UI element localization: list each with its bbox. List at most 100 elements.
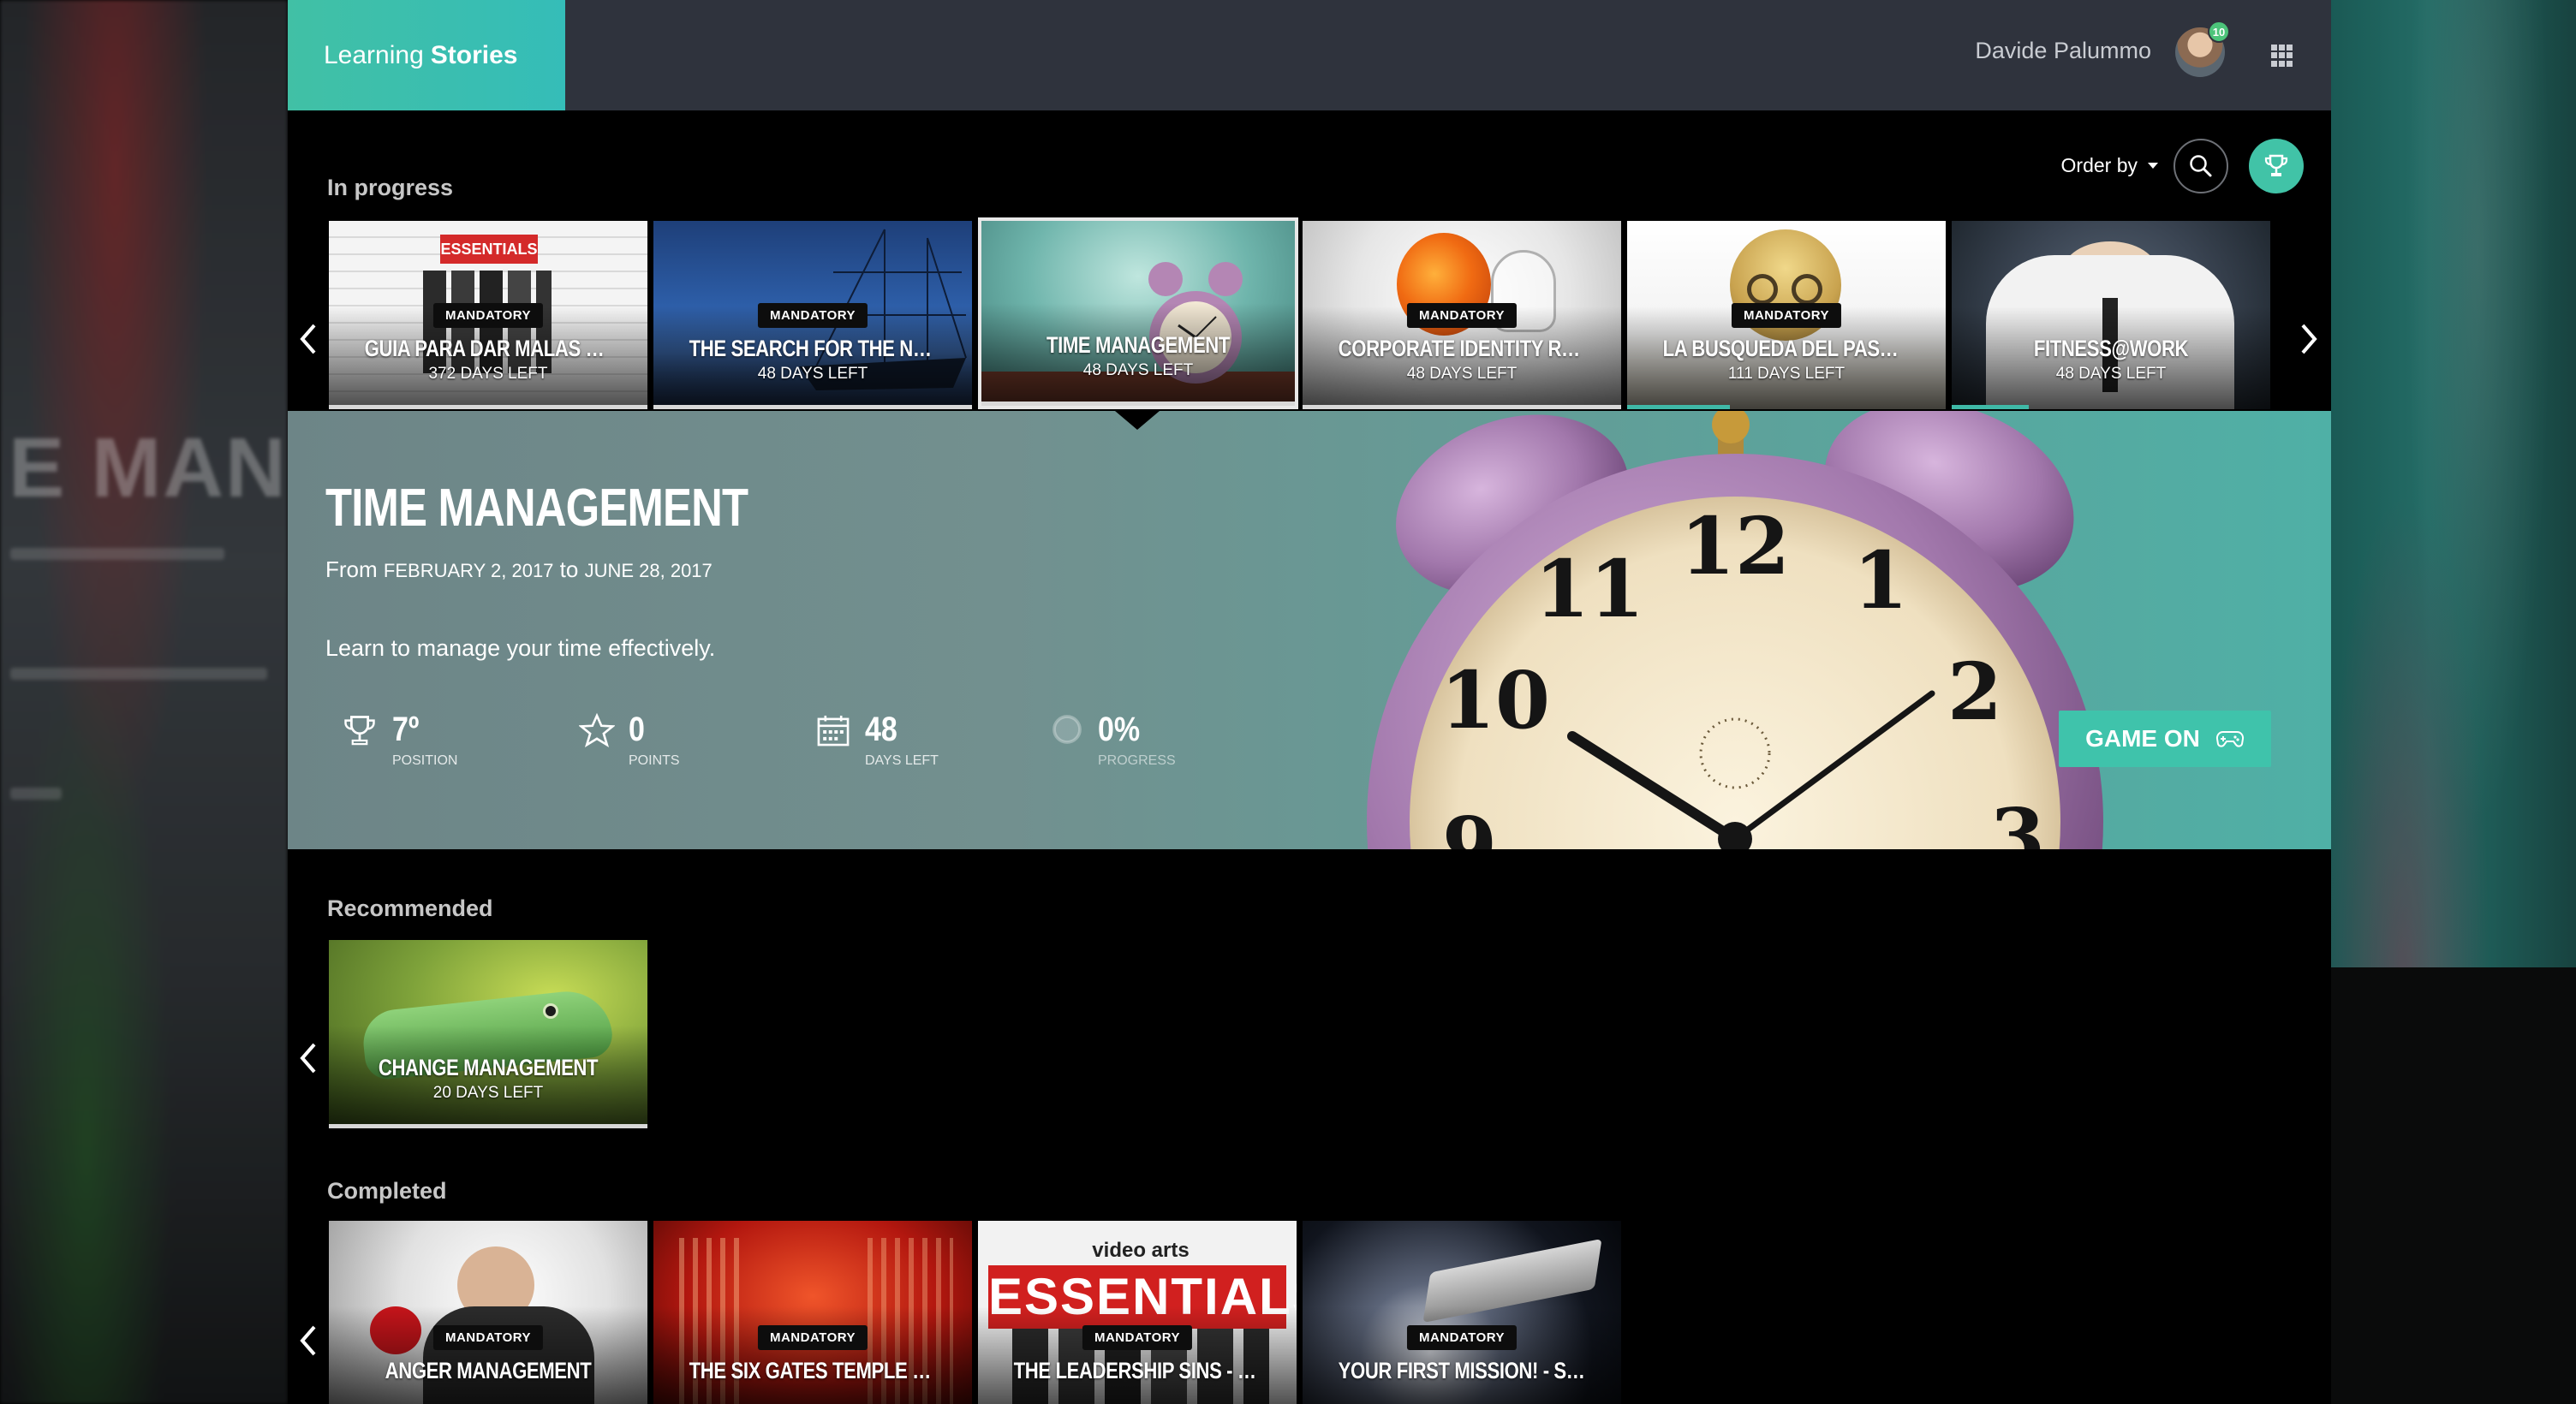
apps-grid-icon[interactable] xyxy=(2271,45,2293,67)
course-card[interactable]: MANDATORY THE SIX GATES TEMPLE - INTER..… xyxy=(653,1221,972,1404)
progress-ring-icon xyxy=(1052,715,1082,744)
carousel-prev-recommended[interactable] xyxy=(291,1032,325,1084)
svg-text:11: 11 xyxy=(1535,543,1644,635)
stat-points: 0 POINTS xyxy=(579,712,680,769)
card-days-left: 111 DAYS LEFT xyxy=(1727,365,1846,383)
from-label: From xyxy=(325,556,378,582)
course-card[interactable]: FITNESS@WORK 48 DAYS LEFT xyxy=(1952,221,2270,409)
game-on-label: GAME ON xyxy=(2085,725,2200,752)
mandatory-badge: MANDATORY xyxy=(757,303,868,328)
selected-card-pointer xyxy=(1115,411,1160,430)
svg-text:2: 2 xyxy=(1947,645,2002,738)
svg-text:3: 3 xyxy=(1990,791,2045,849)
card-days-left: 48 DAYS LEFT xyxy=(757,365,868,383)
card-title: YOUR FIRST MISSION! - STORYT... xyxy=(1338,1358,1586,1383)
course-card-selected[interactable]: TIME MANAGEMENT 48 DAYS LEFT xyxy=(978,217,1298,409)
card-progress-bar xyxy=(653,405,972,409)
svg-text:10: 10 xyxy=(1440,654,1550,747)
background-ghost-line xyxy=(10,548,224,560)
stat-days-left: 48 DAYS LEFT xyxy=(815,712,939,769)
course-card[interactable]: MANDATORY THE SEARCH FOR THE NORTHW... 4… xyxy=(653,221,972,409)
carousel-prev-completed[interactable] xyxy=(291,1315,325,1366)
section-title-completed: Completed xyxy=(327,1178,447,1204)
card-progress-bar xyxy=(329,1124,647,1128)
user-name[interactable]: Davide Palummo xyxy=(1975,38,2151,64)
svg-text:1: 1 xyxy=(1853,534,1908,627)
leaderboard-button[interactable] xyxy=(2249,139,2304,193)
chevron-left-icon xyxy=(300,1043,316,1074)
game-on-button[interactable]: GAME ON xyxy=(2059,711,2271,767)
card-days-left: 372 DAYS LEFT xyxy=(428,365,548,383)
card-title: GUIA PARA DAR MALAS NOTICIAS xyxy=(364,336,612,361)
card-title: LA BUSQUEDA DEL PASO DEL N... xyxy=(1662,336,1911,361)
points-label: POINTS xyxy=(629,753,680,768)
card-title: CHANGE MANAGEMENT xyxy=(378,1055,599,1080)
card-days-left: 48 DAYS LEFT xyxy=(1406,365,1518,383)
course-card[interactable]: MANDATORY CORPORATE IDENTITY RECIPE 48 D… xyxy=(1303,221,1621,409)
course-detail-panel: 12 1 11 2 10 3 9 TIME MANAGEMENT From FE… xyxy=(288,411,2331,849)
order-by-label: Order by xyxy=(2060,154,2138,176)
mandatory-badge: MANDATORY xyxy=(757,1325,868,1350)
stat-position: 7º POSITION xyxy=(341,712,457,769)
mandatory-badge: MANDATORY xyxy=(1406,303,1518,328)
card-title: THE SEARCH FOR THE NORTHW... xyxy=(689,336,937,361)
main-column: Learning Stories Davide Palummo 10 In pr… xyxy=(288,0,2331,1404)
background-ghost-line xyxy=(10,668,267,680)
notification-badge: 10 xyxy=(2208,21,2230,43)
card-title: THE LEADERSHIP SINS - STRUC... xyxy=(1013,1358,1261,1383)
background-blur-right xyxy=(2331,0,2576,1404)
order-by-dropdown[interactable]: Order by xyxy=(2061,154,2158,177)
card-progress-bar xyxy=(1303,405,1621,409)
points-value: 0 xyxy=(629,711,645,748)
course-card[interactable]: MANDATORY ANGER MANAGEMENT xyxy=(329,1221,647,1404)
top-bar: Learning Stories Davide Palummo 10 xyxy=(288,0,2331,110)
card-title: THE SIX GATES TEMPLE - INTER... xyxy=(689,1358,937,1383)
days-left-value: 48 xyxy=(865,711,897,748)
carousel-prev-in-progress[interactable] xyxy=(291,313,325,365)
star-icon xyxy=(579,712,615,747)
course-description: Learn to manage your time effectively. xyxy=(325,635,716,661)
brand-logo[interactable]: Learning Stories xyxy=(288,0,565,110)
chevron-left-icon xyxy=(300,1325,316,1356)
chevron-right-icon xyxy=(2301,324,2317,354)
card-title: TIME MANAGEMENT xyxy=(1046,332,1230,358)
course-card[interactable]: video arts ESSENTIALS MANDATORY THE LEAD… xyxy=(978,1221,1297,1404)
card-days-left: 48 DAYS LEFT xyxy=(1082,361,1194,379)
brand-part2: Stories xyxy=(430,40,518,69)
from-date: FEBRUARY 2, 2017 xyxy=(383,560,554,581)
mandatory-badge: MANDATORY xyxy=(432,303,544,328)
progress-value: 0% xyxy=(1098,711,1141,748)
section-title-recommended: Recommended xyxy=(327,895,493,921)
chevron-left-icon xyxy=(300,324,316,354)
card-progress-bar xyxy=(1627,405,1730,409)
calendar-icon xyxy=(817,715,850,747)
alarm-clock-illustration: 12 1 11 2 10 3 9 xyxy=(1367,411,2103,849)
mandatory-badge: MANDATORY xyxy=(1082,1325,1193,1350)
card-progress-bar xyxy=(329,405,647,409)
card-progress-bar xyxy=(981,402,1295,406)
search-icon xyxy=(2190,155,2212,177)
card-days-left: 20 DAYS LEFT xyxy=(432,1084,544,1102)
carousel-next-in-progress[interactable] xyxy=(2292,313,2326,365)
course-card[interactable]: MANDATORY LA BUSQUEDA DEL PASO DEL N... … xyxy=(1627,221,1946,409)
card-days-left: 48 DAYS LEFT xyxy=(2055,365,2167,383)
background-ghost-line xyxy=(10,788,62,800)
days-left-label: DAYS LEFT xyxy=(865,753,939,768)
to-label: to xyxy=(559,556,579,582)
card-title: FITNESS@WORK xyxy=(2033,336,2189,361)
course-card[interactable]: ESSENTIALS MANDATORY GUIA PARA DAR MALAS… xyxy=(329,221,647,409)
progress-label: PROGRESS xyxy=(1098,753,1176,768)
mandatory-badge: MANDATORY xyxy=(432,1325,544,1350)
trophy-icon xyxy=(344,716,375,746)
position-label: POSITION xyxy=(392,753,458,768)
position-value: 7º xyxy=(392,711,420,748)
card-title: CORPORATE IDENTITY RECIPE xyxy=(1338,336,1586,361)
course-title: TIME MANAGEMENT xyxy=(325,479,748,538)
course-card[interactable]: CHANGE MANAGEMENT 20 DAYS LEFT xyxy=(329,940,647,1128)
search-button[interactable] xyxy=(2174,139,2228,193)
card-progress-bar xyxy=(1952,405,2029,409)
mandatory-badge: MANDATORY xyxy=(1731,303,1842,328)
gamepad-icon xyxy=(2215,730,2244,747)
section-title-in-progress: In progress xyxy=(327,175,454,200)
course-card[interactable]: MANDATORY YOUR FIRST MISSION! - STORYT..… xyxy=(1303,1221,1621,1404)
